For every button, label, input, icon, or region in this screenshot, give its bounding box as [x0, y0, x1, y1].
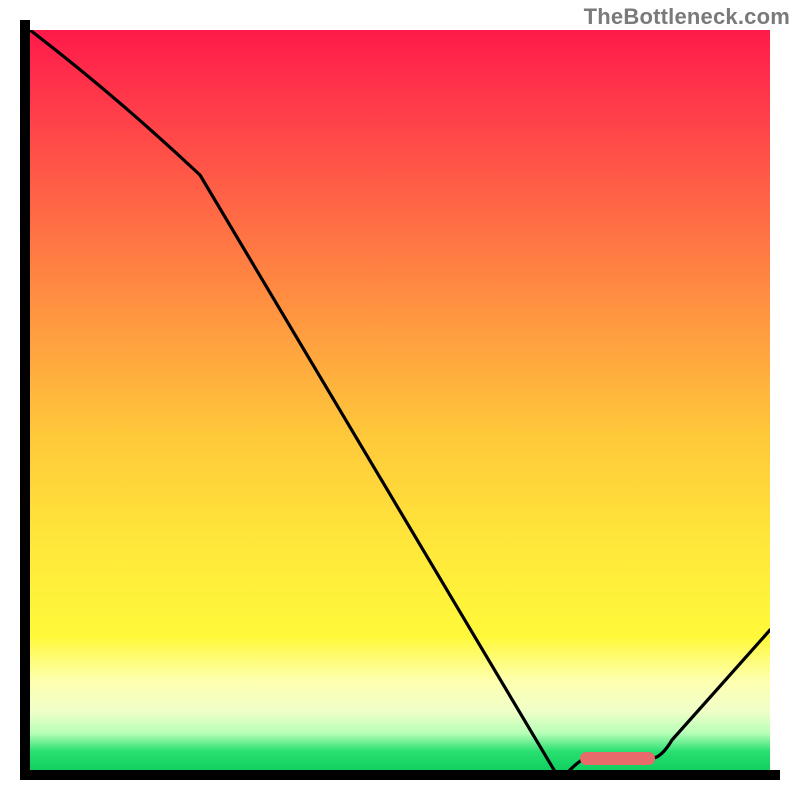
y-axis	[20, 20, 30, 780]
x-axis	[20, 770, 780, 780]
optimal-range-marker	[580, 752, 655, 765]
bottleneck-chart: TheBottleneck.com	[0, 0, 800, 800]
watermark-text: TheBottleneck.com	[584, 4, 790, 30]
gradient-plot-area	[30, 30, 770, 770]
